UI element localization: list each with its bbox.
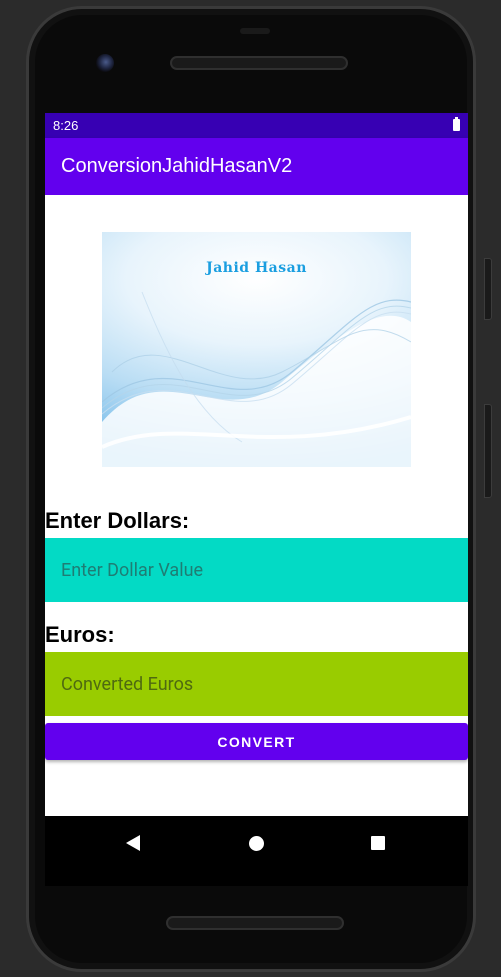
earpiece-speaker <box>170 56 348 70</box>
volume-button <box>484 258 492 320</box>
recents-icon[interactable] <box>371 836 385 850</box>
front-camera-icon <box>96 54 114 72</box>
status-time: 8:26 <box>53 118 79 133</box>
euro-output-field[interactable] <box>45 652 468 716</box>
home-icon[interactable] <box>249 836 264 851</box>
banner-image: Jahid Hasan <box>102 232 411 467</box>
phone-sensor <box>240 28 270 34</box>
app-bar: ConversionJahidHasanV2 <box>45 138 468 195</box>
device-screen: 8:26 ConversionJahidHasanV2 Jahid Hasan … <box>45 113 468 886</box>
bottom-speaker <box>166 916 344 930</box>
status-bar: 8:26 <box>45 113 468 138</box>
battery-icon <box>453 117 460 131</box>
banner-title: Jahid Hasan <box>206 260 307 276</box>
back-icon[interactable] <box>126 835 140 851</box>
app-title: ConversionJahidHasanV2 <box>61 155 293 177</box>
convert-button[interactable]: CONVERT <box>45 723 468 760</box>
main-content: Jahid Hasan Enter Dollars: Euros: CONVER… <box>45 195 468 816</box>
dollars-label: Enter Dollars: <box>45 508 190 533</box>
euros-label: Euros: <box>45 622 115 647</box>
dollar-input[interactable] <box>45 538 468 602</box>
power-button <box>484 404 492 498</box>
navigation-bar <box>45 816 468 886</box>
